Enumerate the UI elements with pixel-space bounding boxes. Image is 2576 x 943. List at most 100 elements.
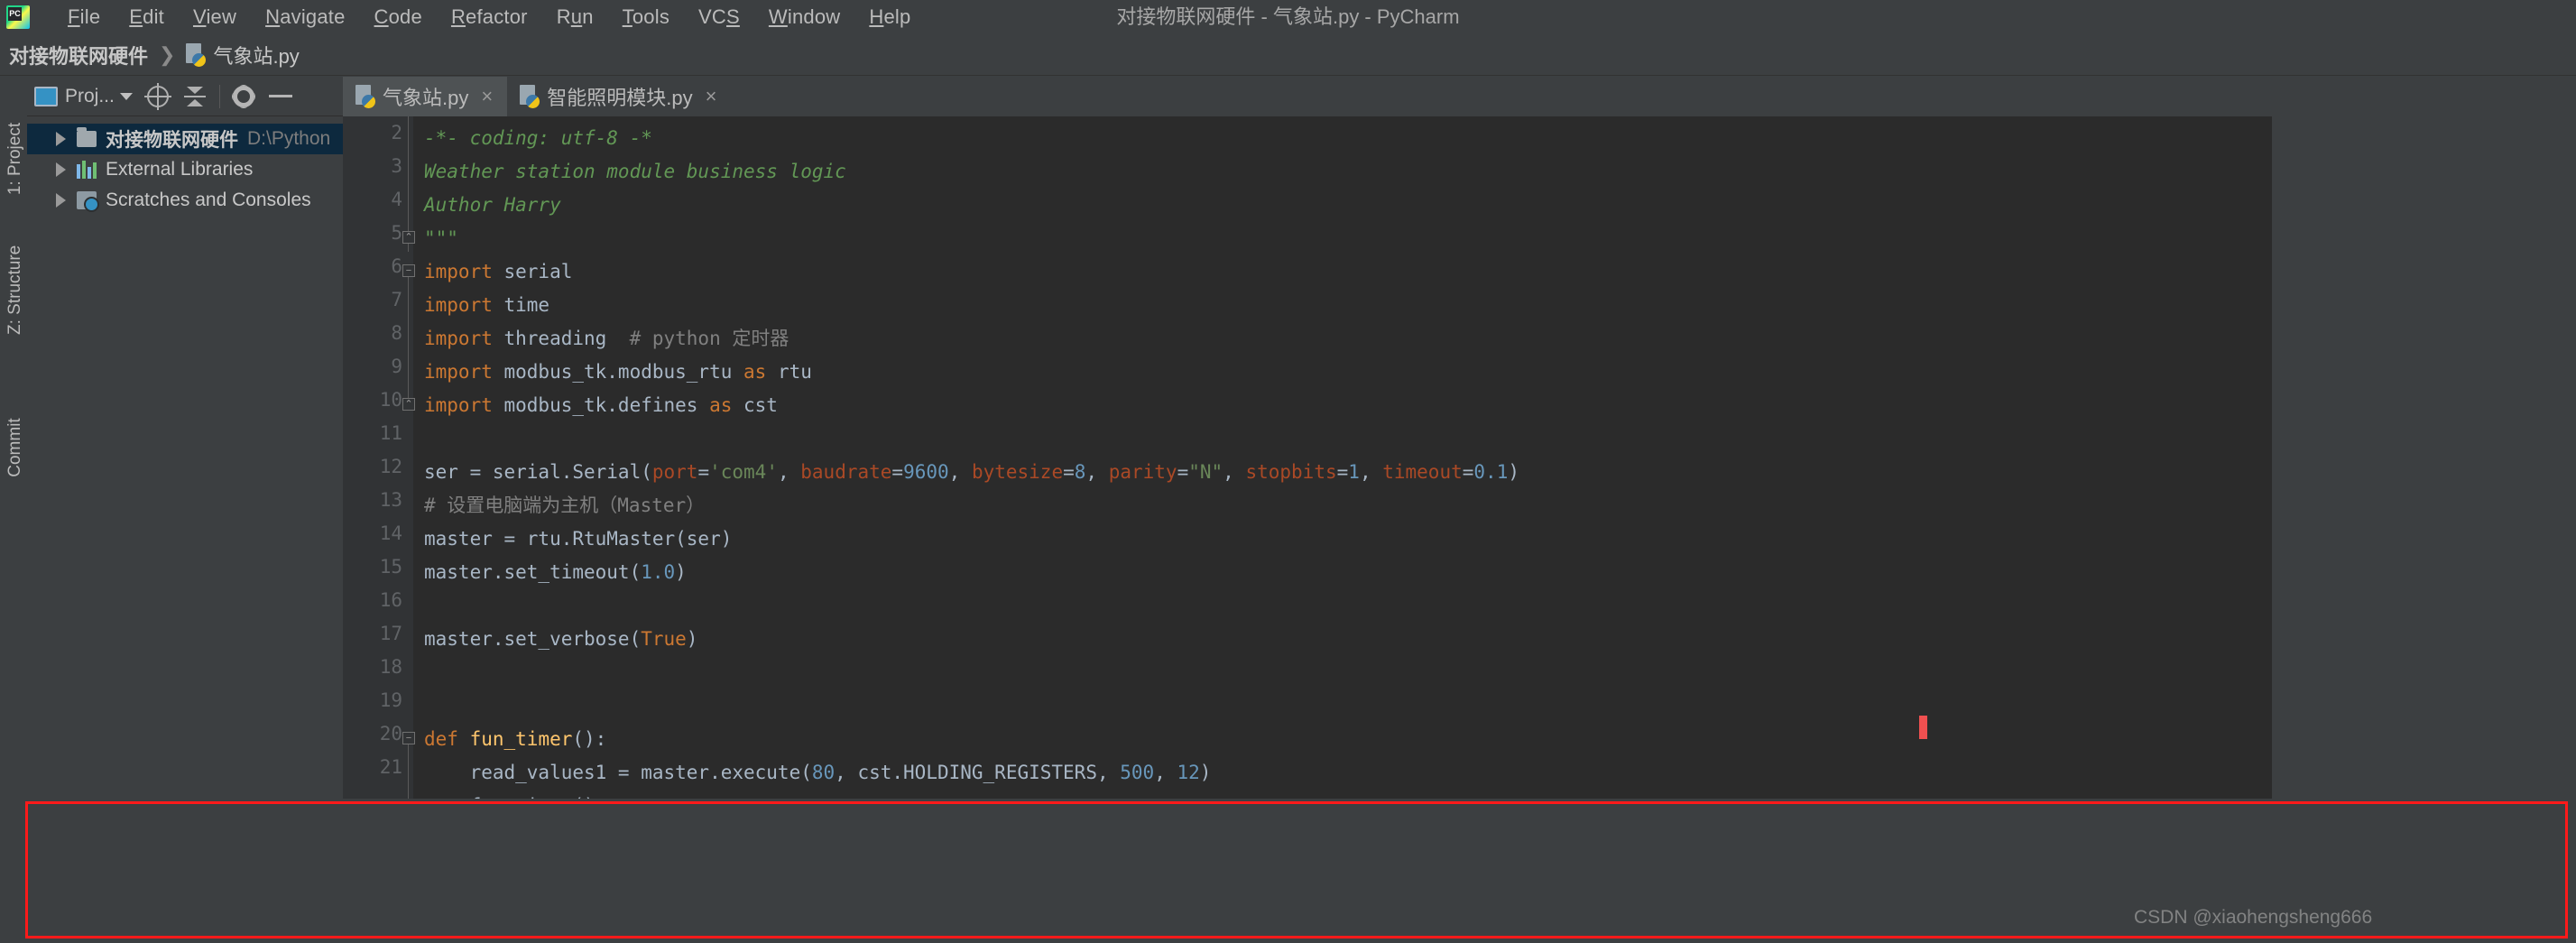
menu-bar: PC FileEditViewNavigateCodeRefactorRunTo…	[0, 0, 2576, 34]
scratch-icon	[77, 191, 97, 209]
menu-item-run[interactable]: Run	[542, 4, 608, 31]
code-line: master = rtu.RtuMaster(ser)	[424, 522, 732, 556]
fold-marker-icon[interactable]: −	[402, 732, 415, 744]
minus-icon	[269, 95, 292, 97]
line-number: 21	[380, 756, 402, 778]
menu-item-window[interactable]: Window	[754, 4, 854, 31]
tree-item-path: D:\Python	[247, 128, 330, 150]
code-line: import modbus_tk.defines as cst	[424, 389, 778, 422]
code-line: Weather station module business logic	[424, 155, 846, 189]
breadcrumb-separator-icon: ❯	[159, 43, 175, 67]
close-icon[interactable]: ×	[706, 85, 717, 108]
error-marker-strip[interactable]	[2261, 116, 2272, 799]
code-line: master.set_timeout(1.0)	[424, 556, 687, 589]
tree-item-label: Scratches and Consoles	[106, 190, 311, 211]
fold-marker-icon[interactable]: −	[402, 264, 415, 277]
python-file-icon	[355, 85, 375, 108]
line-number: 8	[391, 322, 402, 344]
expand-triangle-icon[interactable]	[56, 132, 66, 146]
tree-item-label: External Libraries	[106, 159, 253, 180]
library-icon	[77, 161, 97, 179]
line-number: 6	[391, 255, 402, 277]
tree-item-project-root[interactable]: 对接物联网硬件 D:\Python	[27, 124, 343, 154]
chevron-down-icon	[120, 93, 133, 100]
pycharm-logo-icon: PC	[5, 4, 32, 31]
left-tool-strip: 1: Project Z: Structure Commit	[0, 77, 27, 799]
line-number: 17	[380, 623, 402, 644]
settings-button[interactable]	[226, 77, 262, 116]
code-line: master.set_verbose(True)	[424, 623, 697, 656]
tool-window-project[interactable]: 1: Project	[5, 118, 25, 199]
menu-item-help[interactable]: Help	[854, 4, 925, 31]
select-opened-file-button[interactable]	[140, 77, 176, 116]
breadcrumb-file[interactable]: 气象站.py	[213, 41, 299, 69]
tool-window-structure[interactable]: Z: Structure	[5, 254, 25, 335]
project-toolbar: Proj...	[27, 77, 343, 116]
breadcrumb-project[interactable]: 对接物联网硬件	[9, 41, 148, 69]
line-number: 15	[380, 556, 402, 578]
tree-item-external-libraries[interactable]: External Libraries	[27, 154, 343, 185]
fold-guide-line	[408, 744, 409, 799]
tree-item-scratches[interactable]: Scratches and Consoles	[27, 185, 343, 216]
menu-item-refactor[interactable]: Refactor	[437, 4, 542, 31]
code-line: import time	[424, 289, 549, 322]
code-line: def fun_timer():	[424, 723, 606, 756]
target-icon	[147, 86, 169, 107]
tree-item-label: 对接物联网硬件	[106, 125, 238, 153]
fold-guide-line	[408, 277, 409, 411]
code-line: Author Harry	[424, 189, 561, 222]
line-number: 9	[391, 356, 402, 377]
pycharm-window: PC FileEditViewNavigateCodeRefactorRunTo…	[0, 0, 2576, 943]
menu-items: FileEditViewNavigateCodeRefactorRunTools…	[53, 4, 925, 31]
fold-marker-icon[interactable]: ⌃	[402, 398, 415, 411]
line-number: 20	[380, 723, 402, 744]
line-number: 10	[380, 389, 402, 411]
code-line: ser = serial.Serial(port='com4', baudrat…	[424, 456, 1519, 489]
menu-item-navigate[interactable]: Navigate	[251, 4, 359, 31]
menu-item-edit[interactable]: Edit	[115, 4, 179, 31]
hide-panel-button[interactable]	[262, 77, 300, 116]
menu-item-vcs[interactable]: VCS	[684, 4, 754, 31]
line-number: 4	[391, 189, 402, 210]
expand-triangle-icon[interactable]	[56, 162, 66, 177]
menu-item-code[interactable]: Code	[360, 4, 437, 31]
gear-icon	[233, 86, 254, 107]
python-file-icon	[186, 43, 206, 67]
python-file-icon	[520, 85, 540, 108]
close-icon[interactable]: ×	[481, 85, 493, 108]
editor-tab-bar: 气象站.py × 智能照明模块.py ×	[343, 77, 2576, 116]
project-view-selector[interactable]: Proj...	[27, 77, 140, 116]
collapse-all-button[interactable]	[176, 77, 214, 116]
code-line: # 设置电脑端为主机（Master）	[424, 489, 705, 522]
editor-tab-label: 智能照明模块.py	[547, 82, 692, 111]
line-number: 14	[380, 522, 402, 544]
editor-tab-weather-station[interactable]: 气象站.py ×	[343, 77, 507, 116]
menu-item-view[interactable]: View	[179, 4, 251, 31]
code-line: """	[424, 222, 458, 255]
code-editor[interactable]: 23456789101112131415161718192021⌃−⌃− -*-…	[343, 116, 2576, 799]
code-line: read_values1 = master.execute(80, cst.HO…	[424, 756, 1211, 790]
project-view-label: Proj...	[65, 86, 115, 107]
line-number: 16	[380, 589, 402, 611]
pycharm-logo-text: PC	[8, 7, 22, 21]
line-number: 3	[391, 155, 402, 177]
tool-window-commit[interactable]: Commit	[5, 407, 25, 488]
line-number: 7	[391, 289, 402, 310]
folder-icon	[77, 131, 97, 147]
toolbar-divider	[219, 85, 220, 108]
line-number: 5	[391, 222, 402, 244]
editor-gutter[interactable]: 23456789101112131415161718192021⌃−⌃−	[343, 116, 413, 799]
menu-item-file[interactable]: File	[53, 4, 115, 31]
code-line: fun_timer()	[424, 790, 596, 799]
editor-right-background	[2272, 116, 2576, 799]
editor-tab-smart-lighting[interactable]: 智能照明模块.py ×	[507, 77, 731, 116]
watermark-text: CSDN @xiaohengsheng666	[2134, 907, 2372, 929]
expand-triangle-icon[interactable]	[56, 193, 66, 208]
line-number: 13	[380, 489, 402, 511]
fold-marker-icon[interactable]: ⌃	[402, 231, 415, 244]
code-line: import threading # python 定时器	[424, 322, 789, 356]
code-content[interactable]: -*- coding: utf-8 -*Weather station modu…	[424, 116, 2571, 799]
menu-item-tools[interactable]: Tools	[608, 4, 684, 31]
error-marker[interactable]	[1919, 716, 1927, 739]
code-line: -*- coding: utf-8 -*	[424, 122, 652, 155]
